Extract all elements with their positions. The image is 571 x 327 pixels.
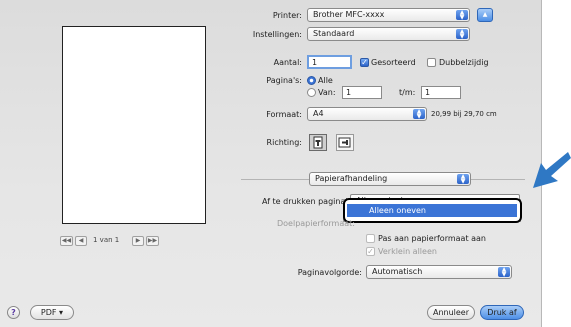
page-order-label: Paginavolgorde: [297, 268, 362, 277]
pages-all-radio[interactable] [307, 76, 316, 85]
print-button[interactable]: Druk af [480, 305, 524, 320]
shrink-only-label: Verklein alleen [378, 247, 437, 256]
pages-to-field[interactable]: 1 [421, 86, 461, 99]
popup-arrows-icon: ▲ ▼ [413, 109, 425, 120]
fit-paper-label: Pas aan papierformaat aan [378, 234, 486, 243]
duplex-checkbox[interactable] [427, 58, 436, 67]
shrink-only-checkbox[interactable]: ✓ [366, 247, 375, 256]
cancel-button[interactable]: Annuleer [427, 305, 475, 320]
landscape-icon [338, 137, 351, 148]
next-page-button[interactable]: ▶ [132, 236, 144, 246]
duplex-label: Dubbelzijdig [439, 58, 489, 67]
pages-range-radio[interactable] [307, 88, 316, 97]
copies-field[interactable]: 1 [307, 55, 352, 69]
copies-label: Aantal: [273, 58, 302, 67]
pdf-menu-button[interactable]: PDF ▾ [30, 305, 74, 320]
page-order-value: Automatisch [372, 267, 423, 276]
printer-popup[interactable]: Brother MFC-xxxx ▲ ▼ [307, 8, 470, 22]
help-button[interactable]: ? [7, 306, 20, 319]
callout-arrow-icon [533, 152, 571, 188]
pages-label: Pagina's: [266, 76, 302, 85]
pages-from-field[interactable]: 1 [342, 86, 382, 99]
paper-size-text: 20,99 bij 29,70 cm [431, 110, 497, 118]
pages-all-label: Alle [318, 76, 333, 85]
paper-size-popup[interactable]: A4 ▲ ▼ [307, 107, 427, 121]
first-page-button[interactable]: ◀◀ [60, 236, 73, 246]
section-popup-value: Papierafhandeling [315, 174, 388, 183]
pages-to-label: t/m: [399, 88, 416, 97]
print-dialog: ◀◀ ◀ 1 van 1 ▶ ▶▶ Printer: Brother MFC-x… [0, 0, 542, 327]
dest-paper-label: Doelpapierformaat: [277, 219, 355, 228]
portrait-icon [313, 136, 323, 149]
format-label: Formaat: [266, 110, 302, 119]
collated-label: Gesorteerd [371, 58, 416, 67]
collated-checkbox[interactable]: ✓ [360, 58, 369, 67]
pages-from-label: Van: [318, 88, 336, 97]
highlight-callout-box [343, 198, 522, 223]
popup-arrows-icon: ▲ ▼ [456, 29, 468, 40]
last-page-button[interactable]: ▶▶ [146, 236, 159, 246]
paper-size-value: A4 [313, 109, 324, 118]
printer-value: Brother MFC-xxxx [313, 10, 385, 19]
page-order-popup[interactable]: Automatisch ▲ ▼ [366, 265, 512, 279]
presets-value: Standaard [313, 29, 355, 38]
pages-to-print-label: Af te drukken pagina's: [262, 197, 355, 206]
fit-paper-checkbox[interactable] [366, 234, 375, 243]
page-preview [62, 26, 206, 224]
presets-popup[interactable]: Standaard ▲ ▼ [307, 27, 470, 41]
popup-arrows-icon: ▲ ▼ [457, 174, 469, 185]
disclosure-button[interactable]: ▲ [477, 8, 493, 22]
presets-label: Instellingen: [252, 30, 302, 39]
printer-label: Printer: [272, 11, 302, 20]
popup-arrows-icon: ▲ ▼ [498, 267, 510, 278]
portrait-button[interactable] [309, 134, 327, 151]
section-popup[interactable]: Papierafhandeling ▲ ▼ [309, 172, 471, 186]
page-counter: 1 van 1 [93, 236, 120, 244]
previous-page-button[interactable]: ◀ [75, 236, 87, 246]
landscape-button[interactable] [336, 134, 354, 151]
orientation-label: Richting: [266, 138, 302, 147]
popup-arrows-icon: ▲ ▼ [456, 10, 468, 21]
